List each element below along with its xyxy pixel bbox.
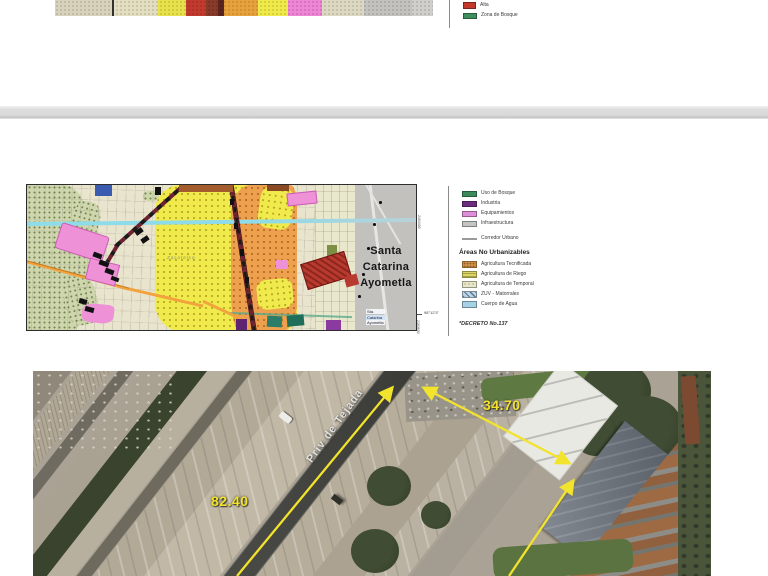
legend-item-label: Alta [480,2,489,8]
page-divider [0,106,768,119]
green-area-polygon [286,314,305,327]
page1-legend: Alta Zona de Bosque [449,0,569,28]
longitude-label: 98°12'3" [424,310,439,315]
legend-item: Zona de Bosque [450,12,569,19]
legend-item: Alta [450,2,569,9]
document-viewer[interactable]: Alta Zona de Bosque Santa Catarina Ayome… [0,0,768,576]
town-sub-label-line: Sta. [366,309,385,314]
legend-item-label: Agricultura de Temporal [481,281,534,287]
brown-zone-edge [179,185,233,192]
building-block [245,277,249,283]
legend-item: Cuerpo de Agua [449,301,588,308]
legend-swatch [462,200,477,207]
area-label: Zacatelco [167,255,196,260]
equipment-polygon [276,260,288,269]
legend-item: ZUV - Matorrales [449,291,588,298]
tick-mark [417,314,422,315]
measure-arrow-long [236,385,395,576]
settlement-dot [373,223,376,226]
legend-swatch [463,2,476,9]
legend-swatch [462,301,477,308]
town-sub-label: Sta. Catarina Ayometla [366,309,385,326]
town-label-line: Ayometla [360,277,412,289]
legend-swatch [463,12,477,19]
building-block [230,199,234,205]
legend-item-label: Equipamientos [481,210,515,216]
legend-item-label: Infraestructura [481,220,514,226]
zoning-map: Santa Catarina Ayometla Zacatelco Sta. C… [26,184,417,331]
industry-polygon [326,320,341,330]
town-sub-label-line: Ayometla [366,320,385,325]
legend-item: Uso de Bosque [449,190,588,197]
legend-item-label: Uso de Bosque [481,190,516,196]
legend-swatch [462,210,477,217]
brown-zone-edge [267,185,289,191]
town-label: Santa Catarina Ayometla [355,243,416,291]
building-block [240,249,244,256]
legend-swatch [462,281,477,288]
legend-item: Corredor Urbano [449,235,588,242]
agriculture-zone-yellow [255,277,295,311]
grid-coordinate-label: 2163600 [416,320,420,334]
legend-item-label: Corredor Urbano [481,235,519,241]
legend-item: Agricultura de Riego [449,271,588,278]
legend-item: Agricultura de Temporal [449,281,588,288]
legend-item: Agricultura Tecnificada [449,261,588,268]
legend-swatch [462,291,477,298]
legend-item-label: ZUV - Matorrales [481,291,520,297]
agriculture-zone-yellow [256,185,296,232]
legend-item: Equipamientos [449,210,588,217]
town-sub-label-line: Catarina [366,314,385,320]
legend-section-header: Áreas No Urbanizables [459,249,530,256]
legend-line-swatch [462,237,477,240]
measurement-label-long: 82.40 [211,493,249,509]
measurement-annotations [236,385,575,576]
legend-item: Infraestructura [449,220,588,227]
map-fragment-texture [55,0,433,16]
legend-item-label: Cuerpo de Agua [481,301,518,307]
legend-item: Industria [449,200,588,207]
legend-item-label: Agricultura de Riego [481,271,527,277]
building-block [155,187,161,195]
page1-map-fragment [55,0,433,16]
grid-coordinate-label: 2164400 [417,215,421,229]
zoning-legend: Uso de Bosque Industria Equipamientos In… [448,186,588,336]
measurement-label-short: 34.70 [483,397,521,413]
legend-footnote: *DECRETO No.137 [459,321,508,327]
measure-arrow-right [508,478,575,576]
legend-item-label: Zona de Bosque [481,12,518,18]
aerial-photo: 34.70 82.40 Priv de Tejada [33,371,711,576]
water-body-polygon [95,185,112,196]
town-label-line: Catarina [362,261,410,273]
legend-swatch [462,261,477,268]
legend-swatch [462,220,477,227]
legend-swatch [462,271,477,278]
green-area-polygon [266,315,283,328]
legend-item-label: Agricultura Tecnificada [481,261,532,267]
legend-item-label: Industria [481,200,501,206]
legend-swatch [462,190,477,197]
town-label-line: Santa [370,245,402,257]
settlement-dot [358,295,361,298]
settlement-dot [379,201,382,204]
building-block [234,223,238,229]
industry-polygon [236,319,247,330]
